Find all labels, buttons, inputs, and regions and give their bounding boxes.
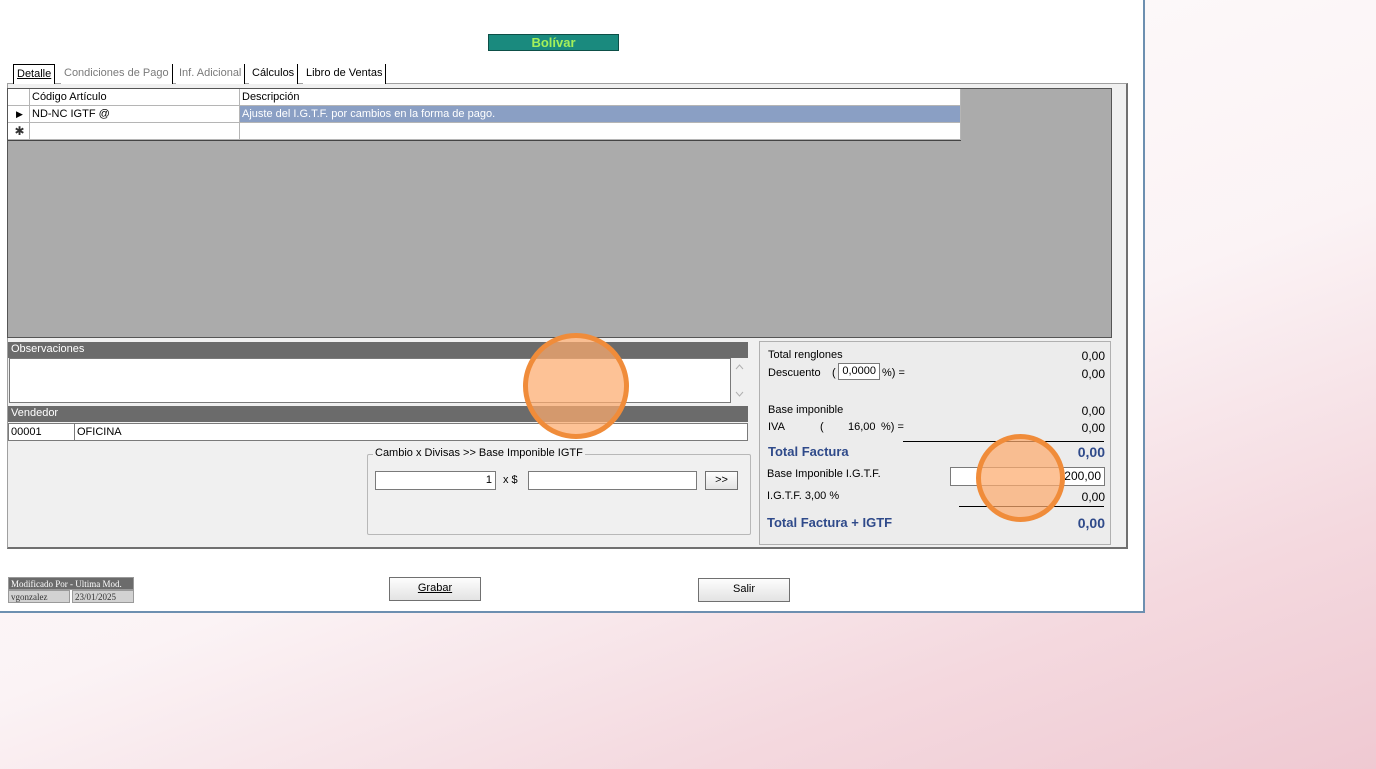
click-highlight-marker — [523, 333, 629, 439]
tab-label: Inf. Adicional — [179, 67, 242, 79]
observaciones-scrollbar[interactable] — [731, 358, 748, 403]
total-factura-label: Total Factura — [768, 444, 849, 459]
cell-codigo[interactable]: ND-NC IGTF @ — [30, 106, 240, 123]
total-renglones-label: Total renglones — [768, 349, 843, 361]
exit-button[interactable]: Salir — [698, 578, 790, 602]
save-button-label: Grabar — [417, 582, 453, 594]
exit-button-label: Salir — [732, 583, 755, 595]
tab-libro-ventas[interactable]: Libro de Ventas — [303, 64, 387, 84]
iva-percent: 16,00 — [848, 421, 876, 433]
iva-open-paren: ( — [820, 421, 824, 433]
tab-label: Cálculos — [252, 67, 295, 79]
tab-detalle[interactable]: Detalle — [13, 64, 56, 84]
vendedor-label: Vendedor — [8, 406, 748, 422]
cambio-divisas-group — [367, 454, 751, 535]
currency-badge: Bolívar — [488, 34, 619, 51]
iva-suffix: %) = — [881, 421, 904, 433]
total-factura-igtf-label: Total Factura + IGTF — [767, 515, 893, 530]
vendedor-name-field[interactable]: OFICINA — [74, 423, 748, 441]
total-renglones-value: 0,00 — [1081, 349, 1105, 363]
apply-exchange-button[interactable]: >> — [705, 471, 738, 490]
cell-codigo-new[interactable] — [30, 123, 240, 140]
base-igtf-label: Base Imponible I.G.T.F. — [767, 468, 881, 480]
row-indicator-icon[interactable]: ▶ — [8, 106, 30, 123]
detail-grid-table: Código Artículo Descripción ▶ ND-NC IGTF… — [8, 89, 961, 141]
column-header-codigo[interactable]: Código Artículo — [30, 89, 240, 106]
base-imponible-value: 0,00 — [1081, 404, 1105, 418]
cell-descripcion[interactable]: Ajuste del I.G.T.F. por cambios en la fo… — [240, 106, 961, 123]
base-imponible-label: Base imponible — [768, 404, 844, 416]
dollar-amount-input[interactable] — [528, 471, 697, 490]
descuento-label: Descuento — [768, 367, 821, 379]
modified-user: vgonzalez — [8, 590, 70, 603]
observaciones-label: Observaciones — [8, 342, 748, 358]
cell-descripcion-new[interactable] — [240, 123, 961, 140]
descuento-value: 0,00 — [1081, 367, 1105, 381]
tab-inf-adicional[interactable]: Inf. Adicional — [176, 64, 246, 84]
modified-date: 23/01/2025 — [72, 590, 134, 603]
iva-label: IVA — [768, 421, 785, 433]
scroll-arrows-icon — [735, 364, 744, 397]
tab-condiciones-pago[interactable]: Condiciones de Pago — [61, 64, 173, 84]
tab-calculos[interactable]: Cálculos — [249, 64, 299, 84]
click-highlight-marker — [976, 434, 1065, 522]
descuento-open-paren: ( — [832, 367, 836, 379]
tab-label: Libro de Ventas — [306, 67, 383, 79]
grid-corner — [8, 89, 30, 106]
vendedor-code-field[interactable]: 00001 — [8, 423, 75, 441]
iva-value: 0,00 — [1081, 421, 1105, 435]
new-row-icon[interactable]: ✱ — [8, 123, 30, 140]
descuento-suffix: %) = — [882, 367, 905, 379]
igtf-label: I.G.T.F. 3,00 % — [767, 490, 840, 502]
tab-label: Detalle — [17, 68, 52, 80]
cambio-divisas-legend: Cambio x Divisas >> Base Imponible IGTF — [373, 447, 585, 459]
tab-label: Condiciones de Pago — [64, 67, 169, 79]
exchange-rate-input[interactable]: 1 — [375, 471, 496, 490]
times-dollar-label: x $ — [503, 474, 518, 486]
column-header-descripcion[interactable]: Descripción — [240, 89, 961, 106]
modified-by-label: Modificado Por - Ultima Mod. — [8, 577, 134, 590]
descuento-percent-input[interactable]: 0,0000 — [838, 363, 880, 380]
save-button[interactable]: Grabar — [389, 577, 481, 601]
